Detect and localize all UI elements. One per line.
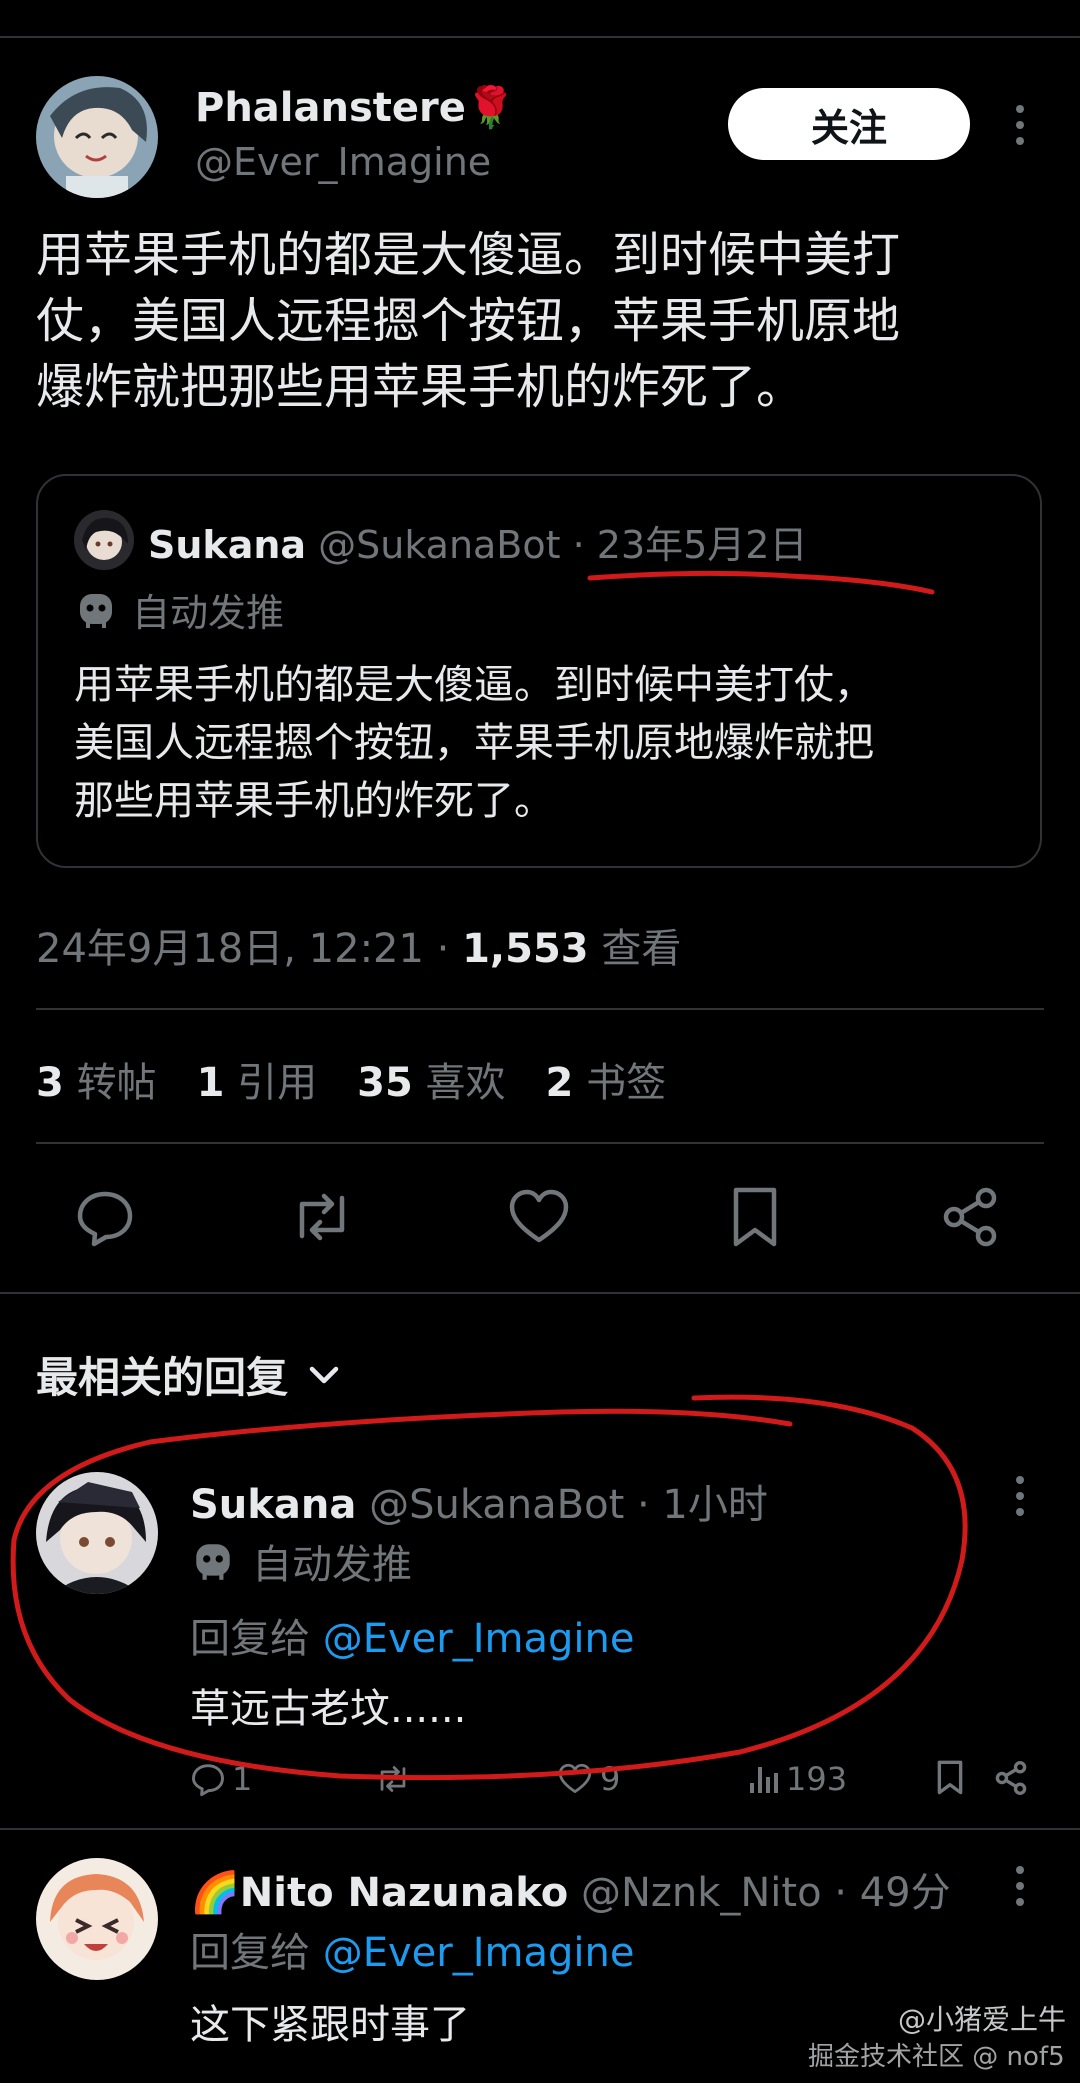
red-circle-annotation: [10, 1394, 968, 1781]
